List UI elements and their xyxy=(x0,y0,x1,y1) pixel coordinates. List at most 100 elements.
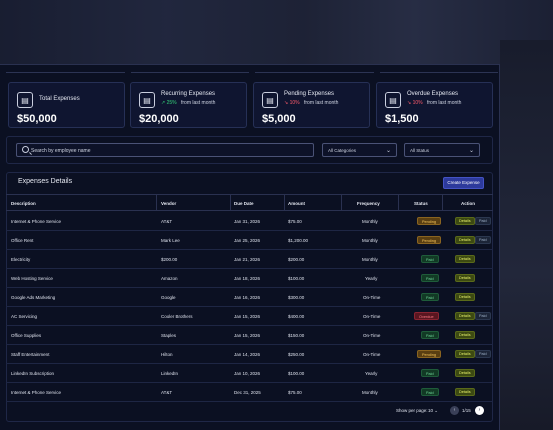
per-page-select[interactable]: 10 ⌄ xyxy=(428,408,438,414)
table-row: Internet & Phone Service AT&T Jan 31, 2026… xyxy=(6,212,493,231)
trend-sub: from last month xyxy=(181,100,216,106)
details-button[interactable]: Details xyxy=(455,217,475,225)
status-badge: Paid xyxy=(421,293,439,301)
category-select-value: All Categories xyxy=(328,148,357,153)
card-title: Overdue Expenses xyxy=(407,91,459,97)
cell-frequency: Monthly xyxy=(362,257,378,262)
status-badge: Paid xyxy=(421,331,439,339)
status-badge: Paid xyxy=(421,274,439,282)
column-divider xyxy=(230,194,231,211)
category-select[interactable]: All Categories ⌄ xyxy=(322,143,397,157)
table-row: LinkedIn Subscription LinkedIn Jan 10, 202… xyxy=(6,364,493,383)
previous-page-button[interactable]: ‹ xyxy=(450,406,459,415)
column-divider xyxy=(156,194,157,211)
receipt-icon: ▤ xyxy=(139,92,155,108)
card-trend: ↘ 10% from last month xyxy=(407,100,461,106)
table-row: Office Supplies Staples Jan 15, 2026 $150.0… xyxy=(6,326,493,345)
cell-vendor: AT&T xyxy=(161,390,173,395)
status-select[interactable]: All Status ⌄ xyxy=(404,143,480,157)
card-trend: ↘ 10% from last month xyxy=(284,100,338,106)
cell-frequency: Monthly xyxy=(362,390,378,395)
column-divider xyxy=(284,194,285,211)
cell-description: AC Servicing xyxy=(11,314,38,319)
table-row: Electricity $200.00 Jan 21, 2026 $200.00 Mon… xyxy=(6,250,493,269)
top-strip xyxy=(6,72,498,76)
trend-down-icon: ↘ xyxy=(284,100,289,106)
receipt-icon: ▤ xyxy=(262,92,278,108)
cell-amount: $200.00 xyxy=(288,257,305,262)
details-button[interactable]: Details xyxy=(455,388,475,396)
card-value: $5,000 xyxy=(262,113,296,125)
chevron-down-icon: ⌄ xyxy=(385,148,391,154)
status-badge: Paid xyxy=(421,255,439,263)
trend-percent: 10% xyxy=(289,100,300,106)
cell-amount: $250.00 xyxy=(288,352,305,357)
chevron-down-icon: ⌄ xyxy=(434,408,439,413)
table-row: Office Rent Mark Lee Jan 25, 2026 $1,200.00… xyxy=(6,231,493,250)
chevron-right-icon: › xyxy=(478,407,481,413)
mark-paid-button[interactable]: Paid xyxy=(475,350,491,358)
cell-vendor: Mark Lee xyxy=(161,238,180,243)
column-divider xyxy=(442,194,443,211)
card-trend: ↗ 25% from last month xyxy=(161,100,215,106)
cell-description: Office Rent xyxy=(11,238,34,243)
cell-due-date: Jan 15, 2026 xyxy=(234,333,261,338)
cell-frequency: On-Time xyxy=(363,295,381,300)
status-badge: Pending xyxy=(417,350,441,358)
cell-vendor: LinkedIn xyxy=(161,371,179,376)
search-icon xyxy=(22,146,29,153)
cell-due-date: Dec 31, 2025 xyxy=(234,390,261,395)
details-button[interactable]: Details xyxy=(455,236,475,244)
create-expense-button[interactable]: Create Expense xyxy=(443,177,484,189)
cell-frequency: On-Time xyxy=(363,333,381,338)
status-select-value: All Status xyxy=(410,148,430,153)
cell-due-date: Jan 10, 2026 xyxy=(234,371,261,376)
cell-description: Web Hosting Service xyxy=(11,276,53,281)
details-button[interactable]: Details xyxy=(455,331,475,339)
cell-due-date: Jan 18, 2026 xyxy=(234,276,261,281)
details-button[interactable]: Details xyxy=(455,369,475,377)
cell-vendor: AT&T xyxy=(161,219,173,224)
mark-paid-button[interactable]: Paid xyxy=(475,217,491,225)
search-box[interactable] xyxy=(16,143,314,157)
chevron-left-icon: ‹ xyxy=(453,407,456,413)
header-action: Action xyxy=(461,201,475,206)
column-divider xyxy=(398,194,399,211)
backdrop-top xyxy=(0,0,553,66)
trend-sub: from last month xyxy=(427,100,462,106)
details-button[interactable]: Details xyxy=(455,350,475,358)
cell-amount: $75.00 xyxy=(288,219,302,224)
details-button[interactable]: Details xyxy=(455,255,475,263)
cell-description: LinkedIn Subscription xyxy=(11,371,55,376)
cell-vendor: Google xyxy=(161,295,176,300)
cell-amount: $400.00 xyxy=(288,314,305,319)
cell-description: Google Ads Marketing xyxy=(11,295,56,300)
status-badge: Pending xyxy=(417,217,441,225)
mark-paid-button[interactable]: Paid xyxy=(475,312,491,320)
cell-description: Staff Entertainment xyxy=(11,352,50,357)
cell-vendor: Amazon xyxy=(161,276,178,281)
details-button[interactable]: Details xyxy=(455,274,475,282)
cell-vendor: Hilton xyxy=(161,352,173,357)
trend-percent: 10% xyxy=(412,100,423,106)
search-input[interactable] xyxy=(31,145,301,156)
cell-frequency: On-Time xyxy=(363,314,381,319)
header-vendor: Vendor xyxy=(161,201,177,206)
next-page-button[interactable]: › xyxy=(475,406,484,415)
status-badge: Paid xyxy=(421,388,439,396)
mark-paid-button[interactable]: Paid xyxy=(475,236,491,244)
cell-description: Office Supplies xyxy=(11,333,42,338)
cell-frequency: Monthly xyxy=(362,219,378,224)
cell-amount: $1,200.00 xyxy=(288,238,309,243)
details-button[interactable]: Details xyxy=(455,312,475,320)
card-pending-expenses: ▤ Pending Expenses ↘ 10% from last month… xyxy=(253,82,370,128)
cell-description: Internet & Phone Service xyxy=(11,219,62,224)
card-title: Total Expenses xyxy=(39,96,80,102)
column-divider xyxy=(341,194,342,211)
cell-due-date: Jan 14, 2026 xyxy=(234,352,261,357)
cell-due-date: Jan 16, 2026 xyxy=(234,295,261,300)
cell-amount: $150.00 xyxy=(288,333,305,338)
details-button[interactable]: Details xyxy=(455,293,475,301)
cell-amount: $75.00 xyxy=(288,390,302,395)
card-value: $1,500 xyxy=(385,113,419,125)
